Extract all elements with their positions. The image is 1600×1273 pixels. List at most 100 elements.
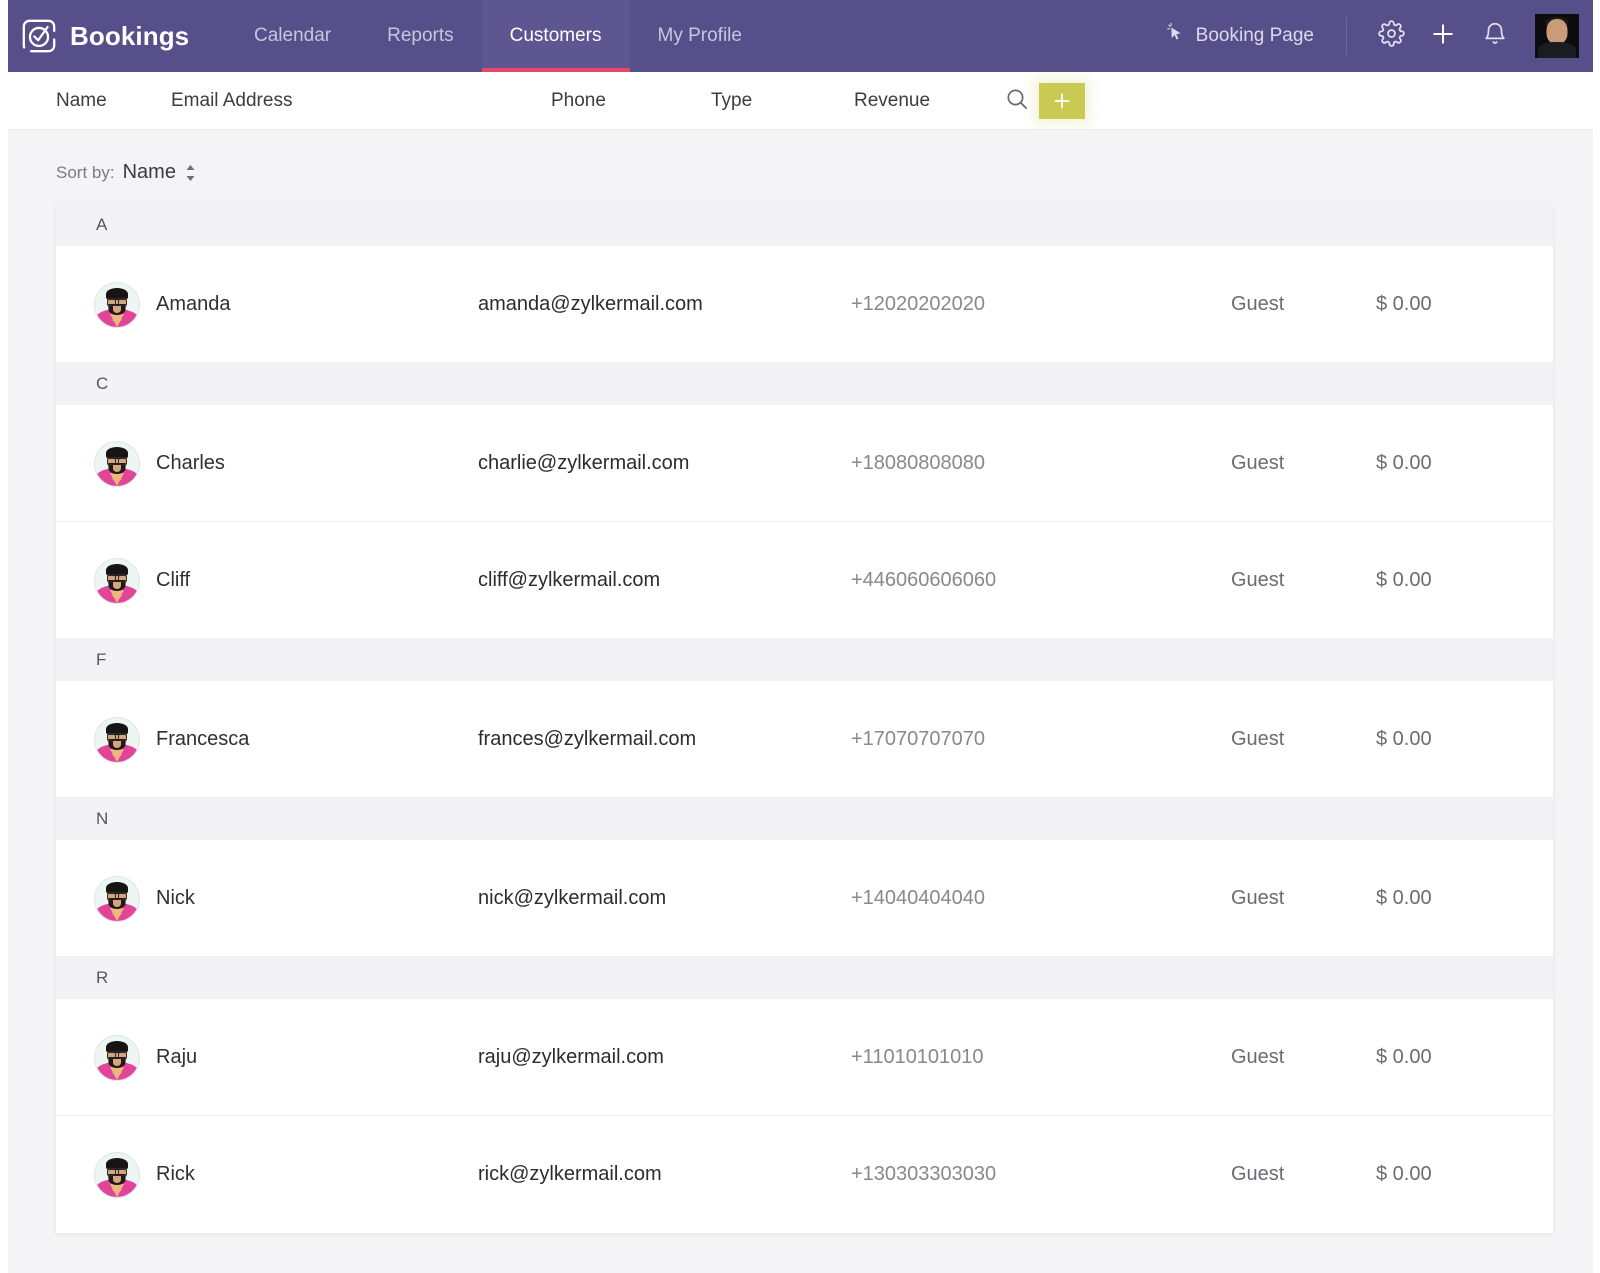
booking-page-label: Booking Page bbox=[1196, 25, 1314, 47]
customer-avatar bbox=[94, 717, 140, 763]
customers-list-card: A Amanda amanda@zylkermail.com +12020202… bbox=[56, 204, 1553, 1233]
group-header-c: C bbox=[56, 363, 1553, 405]
right-edge-gutter bbox=[1593, 0, 1600, 1273]
tab-reports[interactable]: Reports bbox=[359, 0, 482, 72]
customer-revenue: $ 0.00 bbox=[1376, 522, 1432, 639]
table-row[interactable]: Raju raju@zylkermail.com +11010101010 Gu… bbox=[56, 999, 1553, 1116]
customer-revenue: $ 0.00 bbox=[1376, 1116, 1432, 1233]
nav-tabs: Calendar Reports Customers My Profile bbox=[226, 0, 770, 72]
tab-customers[interactable]: Customers bbox=[482, 0, 630, 72]
sort-updown-icon[interactable] bbox=[184, 164, 197, 182]
add-customer-button[interactable] bbox=[1039, 83, 1085, 119]
customer-name-cell: Nick bbox=[94, 840, 195, 957]
column-header-bar: Name Email Address Phone Type Revenue bbox=[8, 72, 1593, 130]
customer-avatar bbox=[94, 558, 140, 604]
customer-phone: +14040404040 bbox=[851, 840, 985, 957]
customer-name-cell: Charles bbox=[94, 405, 225, 522]
customer-email: amanda@zylkermail.com bbox=[478, 246, 703, 363]
group-header-f: F bbox=[56, 639, 1553, 681]
customer-name: Francesca bbox=[156, 728, 249, 751]
customer-revenue: $ 0.00 bbox=[1376, 405, 1432, 522]
customer-name: Amanda bbox=[156, 293, 231, 316]
group-header-n: N bbox=[56, 798, 1553, 840]
tab-customers-label: Customers bbox=[510, 25, 602, 47]
customer-name: Charles bbox=[156, 452, 225, 475]
sort-by-value[interactable]: Name bbox=[123, 161, 176, 184]
customer-email: charlie@zylkermail.com bbox=[478, 405, 689, 522]
column-header-revenue[interactable]: Revenue bbox=[854, 72, 930, 130]
table-row[interactable]: Cliff cliff@zylkermail.com +446060606060… bbox=[56, 522, 1553, 639]
brand[interactable]: Bookings bbox=[8, 17, 208, 55]
customers-page-content: Sort by: Name A Amanda bbox=[8, 131, 1593, 1273]
tab-calendar-label: Calendar bbox=[254, 25, 331, 47]
customer-type: Guest bbox=[1231, 246, 1284, 363]
customer-name-cell: Raju bbox=[94, 999, 197, 1116]
user-avatar[interactable] bbox=[1535, 14, 1579, 58]
customer-avatar bbox=[94, 1035, 140, 1081]
customer-avatar bbox=[94, 1152, 140, 1198]
customer-revenue: $ 0.00 bbox=[1376, 681, 1432, 798]
customer-avatar bbox=[94, 441, 140, 487]
customer-phone: +11010101010 bbox=[851, 999, 984, 1116]
customer-phone: +130303303030 bbox=[851, 1116, 996, 1233]
group-header-r: R bbox=[56, 957, 1553, 999]
customer-name: Cliff bbox=[156, 569, 190, 592]
customer-avatar bbox=[94, 876, 140, 922]
sort-by-control: Sort by: Name bbox=[8, 131, 1593, 184]
customer-email: nick@zylkermail.com bbox=[478, 840, 666, 957]
add-button[interactable] bbox=[1417, 10, 1469, 62]
app-window: Bookings Calendar Reports Customers My P… bbox=[0, 0, 1600, 1273]
table-row[interactable]: Charles charlie@zylkermail.com +18080808… bbox=[56, 405, 1553, 522]
bookings-clock-logo-icon bbox=[20, 17, 58, 55]
customer-revenue: $ 0.00 bbox=[1376, 246, 1432, 363]
tab-my-profile[interactable]: My Profile bbox=[630, 0, 770, 72]
tab-calendar[interactable]: Calendar bbox=[226, 0, 359, 72]
table-row[interactable]: Amanda amanda@zylkermail.com +1202020202… bbox=[56, 246, 1553, 363]
customer-name-cell: Amanda bbox=[94, 246, 231, 363]
cursor-click-icon bbox=[1165, 22, 1187, 50]
customer-name-cell: Cliff bbox=[94, 522, 190, 639]
top-navigation-bar: Bookings Calendar Reports Customers My P… bbox=[8, 0, 1593, 72]
customer-name: Rick bbox=[156, 1163, 195, 1186]
customer-type: Guest bbox=[1231, 1116, 1284, 1233]
booking-page-button[interactable]: Booking Page bbox=[1151, 22, 1328, 50]
customer-revenue: $ 0.00 bbox=[1376, 840, 1432, 957]
notifications-button[interactable] bbox=[1469, 10, 1521, 62]
tab-reports-label: Reports bbox=[387, 25, 454, 47]
customer-phone: +18080808080 bbox=[851, 405, 985, 522]
plus-icon bbox=[1051, 90, 1073, 112]
group-header-a: A bbox=[56, 204, 1553, 246]
customer-type: Guest bbox=[1231, 999, 1284, 1116]
tab-my-profile-label: My Profile bbox=[658, 25, 742, 47]
settings-button[interactable] bbox=[1365, 10, 1417, 62]
toolbar-divider bbox=[1346, 17, 1347, 55]
customer-phone: +446060606060 bbox=[851, 522, 996, 639]
customer-avatar bbox=[94, 282, 140, 328]
customer-phone: +12020202020 bbox=[851, 246, 985, 363]
table-row[interactable]: Nick nick@zylkermail.com +14040404040 Gu… bbox=[56, 840, 1553, 957]
search-button[interactable] bbox=[1004, 72, 1030, 130]
customer-email: cliff@zylkermail.com bbox=[478, 522, 660, 639]
customer-type: Guest bbox=[1231, 840, 1284, 957]
customer-email: frances@zylkermail.com bbox=[478, 681, 696, 798]
customer-name: Raju bbox=[156, 1046, 197, 1069]
plus-icon bbox=[1429, 20, 1457, 53]
customer-type: Guest bbox=[1231, 681, 1284, 798]
customer-name-cell: Rick bbox=[94, 1116, 195, 1233]
customer-name: Nick bbox=[156, 887, 195, 910]
table-row[interactable]: Francesca frances@zylkermail.com +170707… bbox=[56, 681, 1553, 798]
column-header-type[interactable]: Type bbox=[711, 72, 752, 130]
table-row[interactable]: Rick rick@zylkermail.com +130303303030 G… bbox=[56, 1116, 1553, 1233]
column-header-email[interactable]: Email Address bbox=[171, 72, 292, 130]
avatar-face bbox=[1547, 19, 1568, 44]
top-bar-actions: Booking Page bbox=[1151, 10, 1593, 62]
sort-by-label: Sort by: bbox=[56, 163, 115, 183]
customer-revenue: $ 0.00 bbox=[1376, 999, 1432, 1116]
customer-phone: +17070707070 bbox=[851, 681, 985, 798]
customer-email: rick@zylkermail.com bbox=[478, 1116, 662, 1233]
search-icon bbox=[1004, 86, 1030, 117]
column-header-phone[interactable]: Phone bbox=[551, 72, 606, 130]
brand-name: Bookings bbox=[70, 21, 189, 52]
customer-type: Guest bbox=[1231, 522, 1284, 639]
column-header-name[interactable]: Name bbox=[56, 72, 107, 130]
